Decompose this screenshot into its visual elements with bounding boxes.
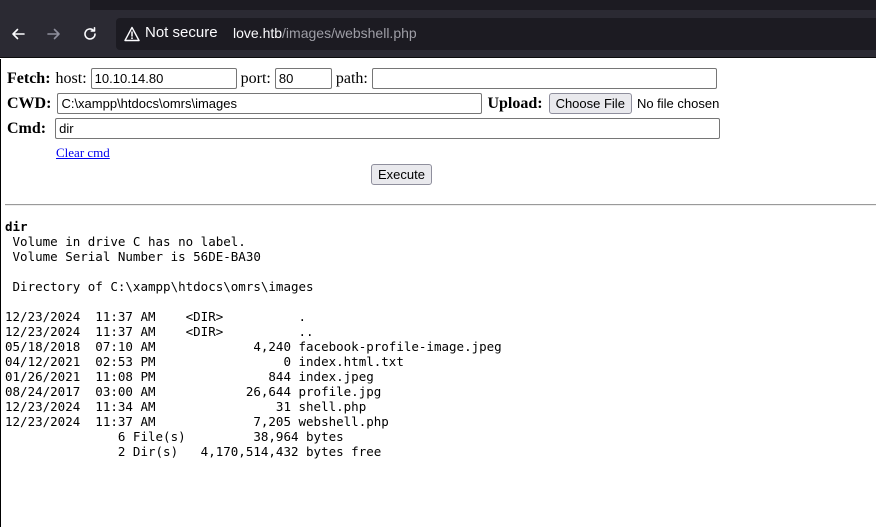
cmd-row: Cmd: [7,118,721,139]
reload-icon [84,27,96,40]
active-tab[interactable] [0,0,90,10]
cmd-label: Cmd: [7,119,47,137]
divider [5,204,876,206]
cmd-input[interactable] [55,118,721,139]
execute-button[interactable]: Execute [371,164,432,185]
path-input[interactable] [371,68,717,89]
forward-button[interactable] [42,22,66,46]
choose-file-button[interactable]: Choose File [548,93,632,114]
back-arrow-icon [12,28,25,40]
security-status-label[interactable]: Not secure [145,24,218,41]
command-output: dir Volume in drive C has no label. Volu… [5,219,502,459]
warning-triangle-icon[interactable] [124,26,140,42]
host-label: host: [55,69,87,87]
path-label: path: [335,69,368,87]
url-host: love.htb [233,25,283,41]
output-command: dir [5,219,28,234]
forward-arrow-icon [47,28,60,40]
output-text: Volume in drive C has no label. Volume S… [5,234,502,459]
url-path: /images/webshell.php [282,25,417,41]
page-content: Fetch: host: port: path: CWD: Upload: Ch… [0,59,876,527]
url-text[interactable]: love.htb/images/webshell.php [233,25,417,41]
browser-toolbar: Not secure love.htb/images/webshell.php [0,10,876,58]
fetch-row: Fetch: host: port: path: [7,68,717,89]
cwd-input[interactable] [57,93,483,114]
port-input[interactable] [274,68,332,89]
fetch-label: Fetch: [7,69,51,87]
reload-button[interactable] [78,22,102,46]
cwd-row: CWD: Upload: Choose File No file chosen [7,93,719,114]
no-file-chosen-text: No file chosen [636,96,720,111]
tab-strip [0,0,876,10]
address-bar[interactable]: Not secure love.htb/images/webshell.php [116,18,876,50]
upload-label: Upload: [487,94,543,112]
host-input[interactable] [90,68,237,89]
clear-cmd-link[interactable]: Clear cmd [56,145,110,161]
back-button[interactable] [6,22,30,46]
cwd-label: CWD: [7,94,52,112]
port-label: port: [240,69,271,87]
